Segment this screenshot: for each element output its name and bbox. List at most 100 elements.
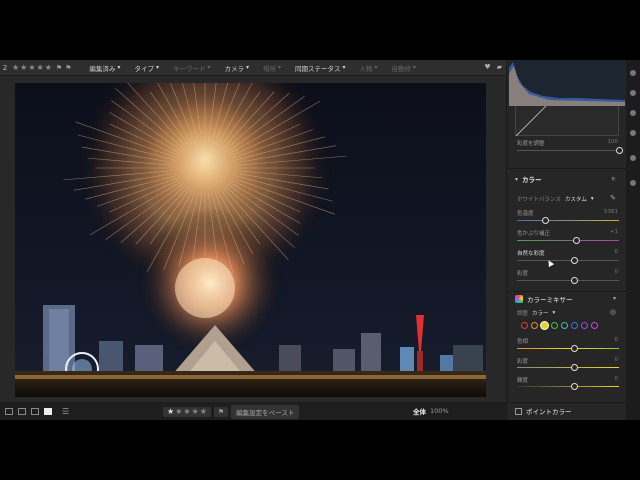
color-swatch[interactable]	[551, 322, 558, 329]
star-icon[interactable]: ★	[12, 63, 19, 72]
slider-knob[interactable]	[571, 345, 579, 352]
slider-knob[interactable]	[616, 147, 623, 154]
chevron-down-icon[interactable]: ▾	[553, 310, 556, 316]
square-grid-icon[interactable]	[18, 407, 26, 415]
tool-icon[interactable]	[630, 180, 636, 186]
tool-icon[interactable]	[630, 155, 636, 161]
rating-filter[interactable]: ★ ★ ★ ★ ★	[12, 63, 52, 72]
topbar-right-icons: ♥ ▰	[484, 63, 502, 71]
white-balance-select[interactable]: カスタム	[565, 195, 587, 203]
tool-icon[interactable]	[630, 90, 636, 96]
histogram-graph	[509, 62, 625, 106]
zoom-fit-label[interactable]: 全体	[413, 406, 426, 416]
mixer-saturation-label: 彩度	[517, 359, 529, 365]
flag-icon[interactable]: ⚑	[213, 407, 229, 417]
color-swatch[interactable]	[571, 322, 578, 329]
star-icon[interactable]: ★	[167, 408, 174, 416]
bw-toggle-icon[interactable]: ◐	[612, 176, 616, 182]
flag-picked-icon[interactable]: ⚑	[56, 64, 62, 72]
slider-knob[interactable]	[571, 383, 579, 390]
photo-number: 2	[2, 63, 8, 72]
refine-saturation-slider[interactable]	[517, 147, 623, 154]
filter-label: 自動修	[391, 64, 412, 73]
color-section-header[interactable]: ▾ カラー	[507, 172, 627, 186]
point-color-header[interactable]: ポイントカラー	[507, 404, 627, 418]
mixer-saturation-slider[interactable]	[517, 364, 619, 371]
chevron-down-icon: ▾	[155, 64, 159, 71]
tone-curve-graph[interactable]	[515, 105, 619, 137]
color-mixer-header[interactable]: カラーミキサー	[507, 292, 627, 306]
filter-menu[interactable]: 同期ステータス ▾	[295, 63, 346, 73]
mixer-luminance-value[interactable]: 0	[615, 376, 619, 382]
temperature-value[interactable]: 5361	[604, 209, 618, 215]
slider-knob[interactable]	[541, 217, 549, 224]
filter-menu[interactable]: キーワード ▾	[173, 63, 211, 73]
filter-menu[interactable]: 人物 ▾	[360, 63, 378, 73]
filter-menu[interactable]: タイプ ▾	[134, 63, 159, 73]
saturation-slider[interactable]	[517, 277, 619, 284]
tint-label: 色かぶり補正	[517, 231, 551, 237]
filter-menu[interactable]: 自動修 ▾	[392, 63, 417, 73]
filter-label: 場所	[262, 64, 276, 73]
slider-knob[interactable]	[571, 277, 579, 284]
star-icon[interactable]: ★	[37, 63, 44, 72]
filter-menu[interactable]: 編集済み ▾	[89, 63, 120, 73]
mixer-luminance-slider[interactable]	[517, 383, 619, 390]
comment-icon[interactable]: ▰	[497, 63, 502, 71]
color-swatch[interactable]	[541, 322, 548, 329]
filter-label: タイプ	[134, 64, 154, 73]
heart-icon[interactable]: ♥	[484, 63, 490, 71]
tool-icon[interactable]	[630, 110, 636, 116]
star-icon[interactable]: ★	[28, 63, 35, 72]
refine-saturation-value[interactable]: 100	[608, 139, 619, 145]
chevron-down-icon[interactable]: ▾	[613, 295, 616, 302]
mixer-hue-slider[interactable]	[517, 345, 619, 352]
photo-rating[interactable]: ★ ★ ★ ★ ★	[163, 407, 211, 417]
mixer-adjust-label: 調整	[517, 311, 529, 317]
star-icon[interactable]: ★	[175, 408, 182, 416]
star-icon[interactable]: ★	[20, 63, 27, 72]
saturation-label: 彩度	[517, 271, 529, 277]
tool-icon[interactable]	[630, 130, 636, 136]
color-swatch[interactable]	[521, 322, 528, 329]
mixer-adjust-select[interactable]: カラー	[532, 309, 549, 317]
color-swatch[interactable]	[561, 322, 568, 329]
zoom-controls[interactable]: 全体 100%	[413, 406, 449, 416]
chevron-down-icon[interactable]: ▾	[591, 196, 594, 202]
filter-bar: 2 ★ ★ ★ ★ ★ ⚑ ⚑ 編集済み ▾ タイプ ▾ キーワード ▾ カメラ ▾ 場所 ▾ 同期…	[0, 60, 506, 76]
compare-view-icon[interactable]	[31, 407, 39, 415]
divider	[507, 402, 627, 403]
slider-knob[interactable]	[573, 237, 581, 244]
paste-settings-button[interactable]: 編集設定をペースト	[231, 405, 300, 419]
star-icon[interactable]: ★	[200, 408, 207, 416]
tint-value[interactable]: +1	[610, 229, 618, 235]
slider-knob[interactable]	[571, 364, 579, 371]
slider-knob[interactable]	[571, 257, 579, 264]
tool-icon[interactable]	[630, 70, 636, 76]
color-swatch[interactable]	[591, 322, 598, 329]
chevron-down-icon: ▾	[207, 64, 211, 71]
mixer-hue-value[interactable]: 0	[615, 337, 619, 343]
zoom-value[interactable]: 100%	[430, 407, 449, 415]
grid-view-icon[interactable]	[5, 407, 13, 415]
temperature-slider[interactable]	[517, 217, 619, 224]
filter-menu[interactable]: 場所 ▾	[263, 63, 281, 73]
vibrance-slider[interactable]	[517, 257, 619, 264]
target-adjust-icon[interactable]: ◎	[610, 308, 616, 316]
white-balance-row: ホワイトバランス カスタム ▾	[517, 195, 594, 203]
flag-rejected-icon[interactable]: ⚑	[65, 64, 71, 72]
tint-slider[interactable]	[517, 237, 619, 244]
eyedropper-icon[interactable]: ✎	[610, 194, 616, 202]
saturation-value[interactable]: 0	[615, 269, 619, 275]
vibrance-value[interactable]: 0	[615, 249, 619, 255]
detail-view-icon[interactable]	[44, 407, 52, 415]
filter-menu[interactable]: カメラ ▾	[224, 63, 249, 73]
star-icon[interactable]: ★	[183, 408, 190, 416]
mixer-saturation-value[interactable]: 0	[615, 357, 619, 363]
star-icon[interactable]: ★	[192, 408, 199, 416]
color-swatch[interactable]	[531, 322, 538, 329]
sort-icon[interactable]: ☰	[62, 407, 69, 416]
color-swatch[interactable]	[581, 322, 588, 329]
chevron-down-icon: ▾	[374, 64, 378, 71]
star-icon[interactable]: ★	[45, 63, 52, 72]
